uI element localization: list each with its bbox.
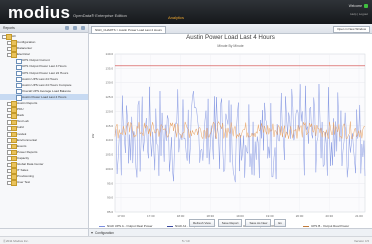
legend-swatch xyxy=(303,225,309,227)
save-as-new-button[interactable]: Save As New xyxy=(245,219,272,227)
tree-item-label: build xyxy=(17,125,24,130)
reports-panel-header: Reports xyxy=(0,24,88,33)
save-report-button[interactable]: Save Report xyxy=(217,219,243,227)
tree-item-label: UPS Output Power Last 4 Hours xyxy=(22,64,67,69)
tree-folder[interactable]: User Test xyxy=(0,179,88,186)
tree-item-label: Power Reports xyxy=(17,149,38,154)
tree-item-label: Austin UPS Last 24 Hours Compare xyxy=(22,82,72,87)
y-tick-label: 110.0 xyxy=(106,138,114,142)
section-title: Analytics xyxy=(168,15,185,20)
report-tree: All Configuration Datacenter Electrical UPS … xyxy=(0,33,88,186)
legend-swatch xyxy=(99,225,105,227)
tree-item-label: Capacity xyxy=(17,155,30,160)
y-tick-label: 120.0 xyxy=(105,109,113,113)
y-tick-label: 100.0 xyxy=(105,167,113,171)
tree-item-label: Global Data Center xyxy=(17,161,44,166)
report-actions: Refresh View Save Report Save As New Ex xyxy=(189,219,286,227)
tree-item-label: UPS Output Current xyxy=(22,58,50,63)
app-header: modius OpenData® Enterprise Edition Anal… xyxy=(0,0,372,24)
tree-item-label: Test Lab xyxy=(17,119,29,124)
tree-item-label: Overall UPS Average Load Balance xyxy=(22,88,71,93)
y-tick-label: 130.0 xyxy=(105,81,113,85)
tree-item-label: modek xyxy=(17,131,27,136)
tree-item-label: All xyxy=(12,34,16,38)
reports-panel-title: Reports xyxy=(3,25,15,30)
refresh-view-button[interactable]: Refresh View xyxy=(189,219,215,227)
tree-item-label: Configuration xyxy=(17,40,36,45)
tree-item-label: User Test xyxy=(17,180,31,185)
logo: modius xyxy=(8,3,71,22)
tree-item-label: Events xyxy=(17,143,27,148)
y-tick-label: 90.0 xyxy=(107,196,113,200)
reports-panel: Reports All Configuration Datacenter Electr… xyxy=(0,24,89,236)
welcome-text: Welcome xyxy=(348,4,362,8)
x-tick-label: 18:00 xyxy=(177,214,185,218)
tree-item-label: PDU xyxy=(17,107,24,112)
collapse-icon[interactable] xyxy=(91,231,93,234)
x-tick-label: 21:00 xyxy=(355,214,363,218)
status-icon xyxy=(364,4,368,8)
header-links[interactable]: Help | Logout xyxy=(350,12,368,16)
tree-item-label: Austin Reports xyxy=(17,101,38,106)
x-tick-label: 18:30 xyxy=(206,214,214,218)
y-tick-label: 105.0 xyxy=(105,153,113,157)
y-tick-label: 140.0 xyxy=(105,52,113,56)
page-indicator: 5 / 10 xyxy=(182,238,190,243)
refresh-icon[interactable] xyxy=(65,25,69,30)
y-tick-label: 85.0 xyxy=(107,210,113,214)
delete-icon[interactable] xyxy=(81,25,85,30)
y-tick-label: 125.0 xyxy=(105,95,113,99)
edition-label: OpenData® Enterprise Edition xyxy=(73,13,127,18)
report-view: NGD_CHARTS > Austin Power Load Last 4 Ho… xyxy=(89,24,372,236)
x-tick-label: 19:00 xyxy=(236,214,244,218)
x-tick-label: 19:30 xyxy=(266,214,274,218)
tree-item-label: Provisioning xyxy=(17,174,34,179)
tree-item-label: UPS Output Power Last 24 Hours xyxy=(22,70,69,75)
new-folder-icon[interactable] xyxy=(73,25,77,30)
y-tick-label: 115.0 xyxy=(106,124,114,128)
configuration-label: Configuration xyxy=(95,231,114,235)
x-tick-label: 20:30 xyxy=(325,214,333,218)
y-tick-label: 95.0 xyxy=(107,181,113,185)
x-tick-label: 17:30 xyxy=(147,214,155,218)
tree-item-label: Environmental xyxy=(17,137,37,142)
tree-item-label: Rack xyxy=(17,113,25,118)
power-load-chart: 140.0 135.0 130.0 125.0 120.0 115.0 110.0 105.0… xyxy=(105,52,366,218)
reports-panel-footer xyxy=(0,228,88,236)
tree-item-label: Austin UPS Last 24 Hours xyxy=(22,76,58,81)
tree-item-label: Austin Power Load Last 4 Hours xyxy=(22,94,67,99)
y-tick-label: 135.0 xyxy=(105,66,113,70)
x-tick-label: 20:00 xyxy=(296,214,304,218)
tree-item-label: Datacenter xyxy=(17,46,33,51)
tree-item-label: Electrical xyxy=(17,52,30,57)
copyright: Ⓒ2011 Modius Inc. xyxy=(3,238,29,243)
export-button[interactable]: Ex xyxy=(274,219,286,227)
x-tick-label: 17:00 xyxy=(117,214,125,218)
version: Version 4.5 xyxy=(353,238,369,243)
legend-swatch xyxy=(167,225,173,227)
tree-item-label: IT Sales xyxy=(17,168,29,173)
